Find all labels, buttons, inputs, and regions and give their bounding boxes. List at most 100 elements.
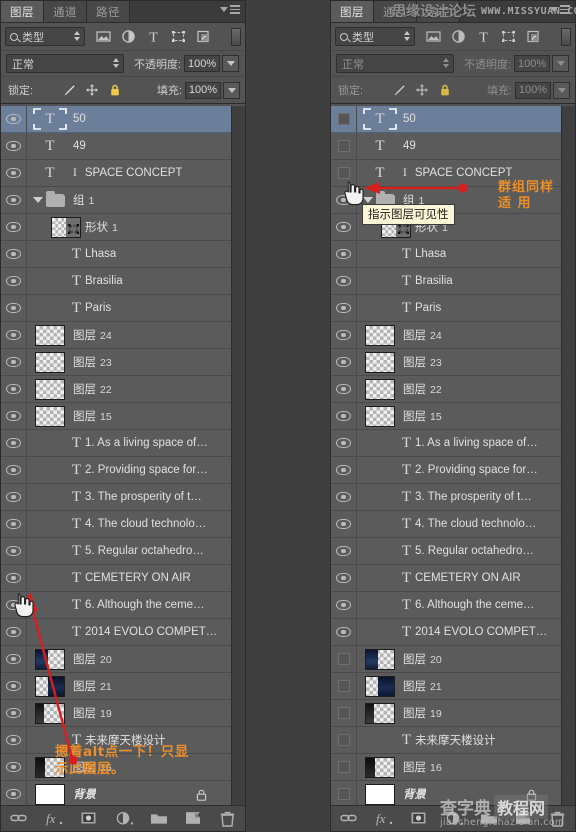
layer-row[interactable]: T I SPACE CONCEPT: [1, 160, 231, 187]
eye-visibility-icon[interactable]: [6, 303, 21, 313]
layer-visibility-toggle[interactable]: [331, 430, 357, 456]
eye-visibility-icon[interactable]: [336, 492, 351, 502]
eye-visibility-icon[interactable]: [6, 762, 21, 772]
eye-visibility-icon[interactable]: [336, 438, 351, 448]
fill-dropdown-button[interactable]: [223, 81, 240, 99]
eye-visibility-icon[interactable]: [6, 546, 21, 556]
layer-visibility-toggle[interactable]: [1, 106, 27, 132]
layer-name[interactable]: 3. The prosperity of t…: [85, 491, 202, 503]
layer-list-scrollbar[interactable]: [231, 106, 245, 805]
layer-row[interactable]: 图层 22: [1, 376, 231, 403]
layer-name[interactable]: 图层 24: [73, 327, 112, 343]
eye-visibility-icon[interactable]: [6, 735, 21, 745]
layer-name[interactable]: 背景: [73, 786, 96, 802]
group-expand-triangle-icon[interactable]: [33, 197, 43, 203]
delete-layer-trash-icon[interactable]: [220, 811, 237, 827]
layer-name[interactable]: 图层 21: [403, 678, 442, 694]
layer-visibility-toggle[interactable]: [1, 133, 27, 159]
layer-visibility-toggle[interactable]: [1, 673, 27, 699]
layer-name[interactable]: 图层 22: [403, 381, 442, 397]
layer-name[interactable]: Paris: [415, 302, 441, 314]
layer-name[interactable]: Brasilia: [85, 275, 123, 287]
fill-input[interactable]: 100%: [185, 81, 221, 99]
layer-row[interactable]: T 4. The cloud technolo…: [331, 511, 561, 538]
eye-visibility-off-checkbox[interactable]: [337, 140, 350, 152]
layer-visibility-toggle[interactable]: [1, 403, 27, 429]
eye-visibility-icon[interactable]: [6, 708, 21, 718]
opacity-input[interactable]: 100%: [514, 55, 551, 72]
eye-visibility-icon[interactable]: [6, 249, 21, 259]
layer-row[interactable]: T CEMETERY ON AIR: [331, 565, 561, 592]
layer-row[interactable]: 组1: [1, 187, 231, 214]
link-layers-icon[interactable]: [339, 811, 357, 827]
filter-toggle-icon[interactable]: [231, 27, 241, 46]
opacity-input[interactable]: 100%: [184, 55, 221, 72]
eye-visibility-icon[interactable]: [336, 627, 351, 637]
layer-row[interactable]: 图层 16: [331, 754, 561, 781]
layer-visibility-toggle[interactable]: [1, 268, 27, 294]
layer-name[interactable]: 5. Regular octahedro…: [415, 545, 534, 557]
eye-visibility-icon[interactable]: [6, 681, 21, 691]
layer-visibility-toggle[interactable]: [331, 700, 357, 726]
link-layers-icon[interactable]: [9, 811, 27, 827]
layer-name[interactable]: 4. The cloud technolo…: [415, 518, 536, 530]
eye-visibility-icon[interactable]: [336, 222, 351, 232]
new-group-icon[interactable]: [150, 811, 167, 827]
layer-row[interactable]: T 50: [1, 106, 231, 133]
layer-name[interactable]: CEMETERY ON AIR: [415, 572, 521, 584]
layer-row[interactable]: T 50: [331, 106, 561, 133]
layer-styles-fx-icon[interactable]: fx: [45, 811, 62, 827]
layer-name[interactable]: 图层 24: [403, 327, 442, 343]
layer-name[interactable]: 图层 19: [73, 705, 112, 721]
fill-dropdown-button[interactable]: [553, 81, 570, 99]
layer-row[interactable]: T Lhasa: [1, 241, 231, 268]
eye-visibility-icon[interactable]: [336, 384, 351, 394]
group-expand-triangle-icon[interactable]: [363, 197, 373, 203]
panel-menu-button[interactable]: [220, 5, 240, 14]
adjustment-layer-icon[interactable]: [115, 811, 133, 827]
shape-layer-filter-icon[interactable]: [171, 29, 186, 44]
layer-name[interactable]: 3. The prosperity of t…: [415, 491, 532, 503]
smart-object-filter-icon[interactable]: [526, 29, 541, 44]
layer-visibility-toggle[interactable]: [331, 592, 357, 618]
tab-layers[interactable]: 图层: [1, 1, 44, 22]
layer-visibility-toggle[interactable]: [1, 160, 27, 186]
layer-row[interactable]: T 1. As a living space of…: [1, 430, 231, 457]
layer-name[interactable]: 2014 EVOLO COMPET…: [85, 626, 217, 638]
eye-visibility-icon[interactable]: [336, 546, 351, 556]
eye-visibility-icon[interactable]: [6, 627, 21, 637]
eye-visibility-icon[interactable]: [336, 573, 351, 583]
eye-visibility-icon[interactable]: [336, 330, 351, 340]
layer-visibility-toggle[interactable]: [1, 781, 27, 805]
layer-visibility-toggle[interactable]: [331, 214, 357, 240]
layer-visibility-toggle[interactable]: [1, 457, 27, 483]
layer-visibility-toggle[interactable]: [331, 511, 357, 537]
layer-name[interactable]: 5. Regular octahedro…: [85, 545, 204, 557]
layer-name[interactable]: 1. As a living space of…: [85, 437, 208, 449]
layer-row[interactable]: 形状 1: [1, 214, 231, 241]
layer-name[interactable]: 图层 22: [73, 381, 112, 397]
layer-visibility-toggle[interactable]: [331, 565, 357, 591]
layer-visibility-toggle[interactable]: [331, 538, 357, 564]
type-layer-filter-icon[interactable]: T: [476, 29, 491, 44]
eye-visibility-off-checkbox[interactable]: [337, 167, 350, 179]
eye-visibility-icon[interactable]: [6, 114, 21, 124]
filter-toggle-icon[interactable]: [561, 27, 571, 46]
lock-transparent-pixels-icon[interactable]: [369, 83, 383, 97]
adjustment-layer-filter-icon[interactable]: [121, 29, 136, 44]
layer-visibility-toggle[interactable]: [1, 430, 27, 456]
eye-visibility-icon[interactable]: [6, 789, 21, 799]
shape-layer-filter-icon[interactable]: [501, 29, 516, 44]
layer-name[interactable]: 图层 16: [403, 759, 442, 775]
layer-row[interactable]: T 49: [331, 133, 561, 160]
eye-visibility-icon[interactable]: [6, 411, 21, 421]
eye-visibility-icon[interactable]: [6, 519, 21, 529]
layer-visibility-toggle[interactable]: [1, 241, 27, 267]
layer-name[interactable]: 50: [403, 113, 416, 125]
layer-name[interactable]: 6. Although the ceme…: [415, 599, 535, 611]
tab-layers[interactable]: 图层: [331, 1, 374, 22]
pixel-layer-filter-icon[interactable]: [96, 29, 111, 44]
layer-name[interactable]: CEMETERY ON AIR: [85, 572, 191, 584]
layer-visibility-toggle[interactable]: [331, 727, 357, 753]
layer-row[interactable]: T CEMETERY ON AIR: [1, 565, 231, 592]
